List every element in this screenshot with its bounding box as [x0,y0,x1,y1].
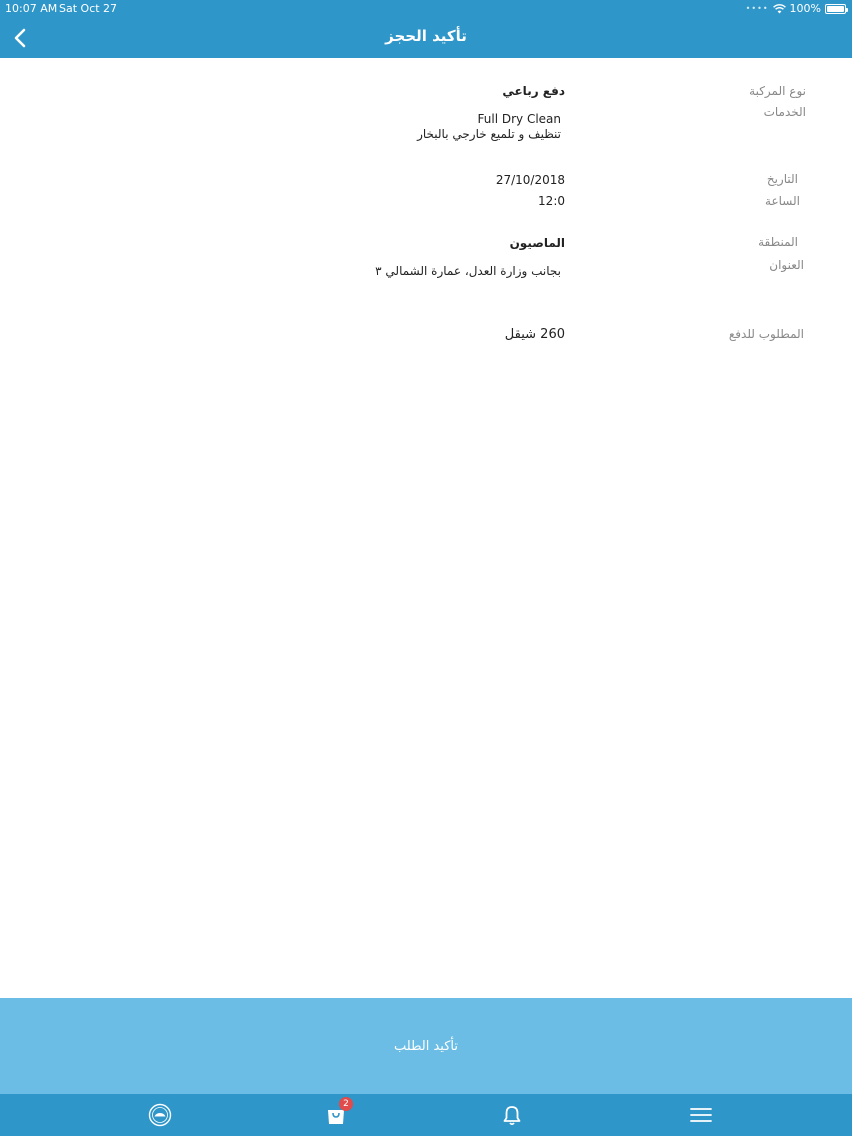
service-description: تنظيف و تلميع خارجي بالبخار [417,127,561,141]
status-date: Sat Oct 27 [59,2,118,15]
time-label: الساعة [765,194,800,208]
date-value: 27/10/2018 [495,173,565,187]
nav-bar: تأكيد الحجز [0,18,852,58]
cart-badge: 2 [339,1097,353,1111]
area-label: المنطقة [758,235,798,249]
status-indicators: •••• 100% [745,2,848,15]
battery-percent: 100% [789,2,821,15]
battery-icon [825,3,848,14]
tab-bar: 2 [0,1094,852,1136]
service-name: Full Dry Clean [477,112,561,126]
time-value: 12:0 [538,194,565,208]
menu-icon [690,1108,712,1122]
status-bar: 10:07 AM Sat Oct 27 •••• 100% [0,0,852,18]
tab-cart[interactable]: 2 [323,1097,353,1128]
address-value: بجانب وزارة العدل، عمارة الشمالي ٣ [375,264,561,278]
date-label: التاريخ [766,172,798,186]
tab-notifications[interactable] [499,1102,525,1128]
confirm-order-button[interactable]: تأكيد الطلب [0,998,852,1094]
status-time: 10:07 AM [5,2,58,15]
logo-icon [148,1103,172,1127]
area-value: الماصيون [509,236,565,250]
page-title: تأكيد الحجز [385,27,467,45]
signal-icon: •••• [745,4,769,13]
vehicle-type-value: دفع رباعي [502,84,565,98]
payment-value: 260 شيقل [504,327,565,342]
address-label: العنوان [769,258,804,272]
payment-label: المطلوب للدفع [728,327,804,341]
wifi-icon [772,3,786,13]
services-label: الخدمات [763,105,806,119]
bell-icon [503,1106,521,1126]
vehicle-type-label: نوع المركبة [749,84,806,98]
tab-menu[interactable] [688,1102,714,1128]
tab-home[interactable] [147,1102,173,1128]
